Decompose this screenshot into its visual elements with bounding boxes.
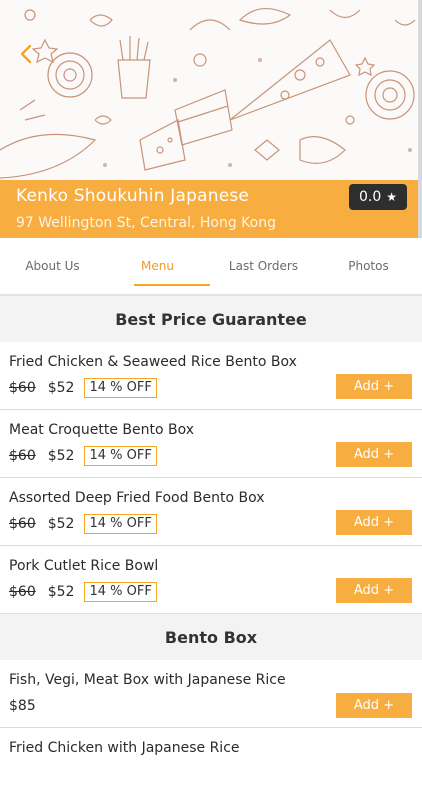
- menu-item[interactable]: Fried Chicken with Japanese Rice: [0, 728, 422, 795]
- menu-item-prices: $85: [9, 695, 46, 717]
- header-food-illustration: [0, 0, 422, 180]
- menu-item-prices: $60 $52 14 % OFF: [9, 581, 157, 603]
- add-button[interactable]: Add +: [336, 578, 412, 603]
- discount-badge: 14 % OFF: [84, 514, 157, 534]
- discounted-price: $52: [47, 584, 75, 600]
- item-price: $85: [9, 698, 36, 714]
- menu-item-name: Meat Croquette Bento Box: [9, 422, 195, 438]
- menu-item[interactable]: Pork Cutlet Rice Bowl $60 $52 14 % OFF A…: [0, 546, 422, 614]
- rating-value: 0.0: [358, 189, 382, 205]
- tab-bar: About Us Menu Last Orders Photos: [0, 238, 422, 295]
- discount-badge: 14 % OFF: [84, 446, 157, 466]
- tab-last-orders[interactable]: Last Orders: [211, 238, 316, 294]
- discount-badge: 14 % OFF: [84, 582, 157, 602]
- menu-item-name: Assorted Deep Fried Food Bento Box: [9, 490, 265, 506]
- menu-item-prices: $60 $52 14 % OFF: [9, 377, 157, 399]
- restaurant-name: Kenko Shoukuhin Japanese: [16, 186, 250, 206]
- discount-badge: 14 % OFF: [84, 378, 157, 398]
- original-price: $60: [9, 380, 36, 396]
- menu-item-name: Pork Cutlet Rice Bowl: [9, 558, 159, 574]
- active-tab-indicator: [134, 284, 210, 286]
- star-icon: ★: [386, 190, 398, 204]
- scroll-edge: [418, 0, 422, 238]
- menu-item[interactable]: Fish, Vegi, Meat Box with Japanese Rice …: [0, 660, 422, 728]
- menu-item[interactable]: Assorted Deep Fried Food Bento Box $60 $…: [0, 478, 422, 546]
- tab-photos[interactable]: Photos: [316, 238, 421, 294]
- add-button[interactable]: Add +: [336, 510, 412, 535]
- menu-item-prices: $60 $52 14 % OFF: [9, 445, 157, 467]
- original-price: $60: [9, 584, 36, 600]
- original-price: $60: [9, 516, 36, 532]
- discounted-price: $52: [47, 516, 75, 532]
- menu-item-prices: $60 $52 14 % OFF: [9, 513, 157, 535]
- back-button[interactable]: [14, 40, 38, 68]
- discounted-price: $52: [47, 448, 75, 464]
- menu-item-name: Fish, Vegi, Meat Box with Japanese Rice: [9, 672, 286, 688]
- food-doodle-pattern: [0, 8, 416, 179]
- menu-item-name: Fried Chicken with Japanese Rice: [9, 740, 240, 756]
- section-header: Bento Box: [0, 613, 422, 661]
- rating-badge: 0.0 ★: [349, 184, 407, 210]
- add-button[interactable]: Add +: [336, 442, 412, 467]
- add-button[interactable]: Add +: [336, 693, 412, 718]
- original-price: $60: [9, 448, 36, 464]
- menu-item[interactable]: Meat Croquette Bento Box $60 $52 14 % OF…: [0, 410, 422, 478]
- menu-item[interactable]: Fried Chicken & Seaweed Rice Bento Box $…: [0, 342, 422, 410]
- chevron-left-icon: [20, 44, 32, 64]
- discounted-price: $52: [47, 380, 75, 396]
- section-header: Best Price Guarantee: [0, 295, 422, 343]
- menu-item-name: Fried Chicken & Seaweed Rice Bento Box: [9, 354, 297, 370]
- tab-about-us[interactable]: About Us: [0, 238, 105, 294]
- restaurant-address: 97 Wellington St, Central, Hong Kong: [16, 215, 276, 231]
- add-button[interactable]: Add +: [336, 374, 412, 399]
